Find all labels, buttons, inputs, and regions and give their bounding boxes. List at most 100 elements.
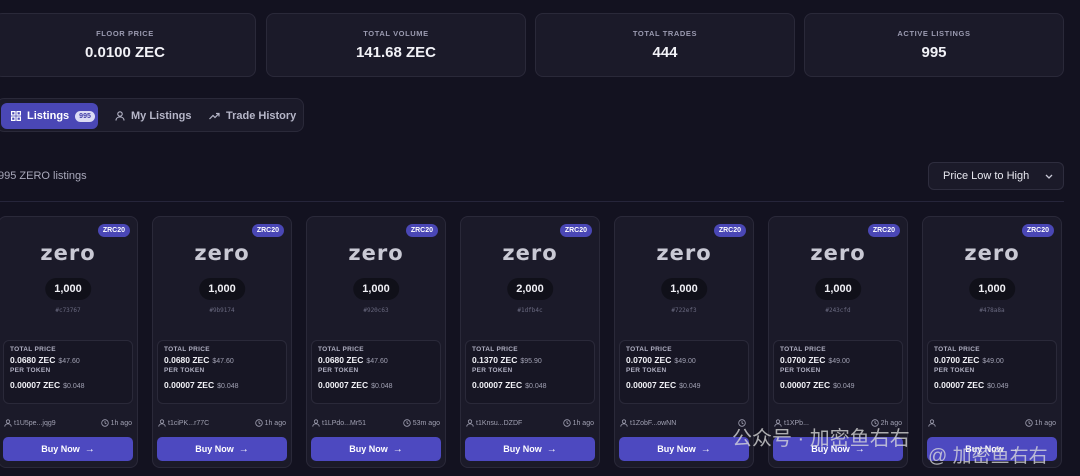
- listed-time-text: 1h ago: [572, 419, 594, 427]
- token-amount: 1,000: [661, 278, 707, 300]
- buy-now-label: Buy Now: [195, 444, 234, 454]
- per-token-label: PER TOKEN: [934, 367, 975, 374]
- per-token-zec: 0.00007 ZEC: [318, 380, 369, 390]
- sort-select[interactable]: Price Low to High: [928, 162, 1064, 190]
- user-icon: [115, 111, 125, 121]
- per-token-zec: 0.00007 ZEC: [10, 380, 61, 390]
- seller[interactable]: t1U5pe...jqg9: [4, 419, 56, 427]
- price-box: TOTAL PRICE 0.0700 ZEC $49.00 PER TOKEN 0…: [619, 340, 749, 404]
- chevron-down-icon: [1045, 174, 1053, 179]
- zrc20-tag: ZRC20: [97, 224, 130, 237]
- buy-now-button[interactable]: Buy Now →: [157, 437, 287, 461]
- total-price-label: TOTAL PRICE: [10, 346, 56, 353]
- total-price-row: 0.0700 ZEC $49.00: [934, 355, 1050, 365]
- tab-listings[interactable]: Listings 995: [1, 103, 98, 129]
- total-price-zec: 0.0680 ZEC: [164, 355, 210, 365]
- listed-time: 1h ago: [562, 419, 594, 427]
- total-price-zec: 0.0700 ZEC: [934, 355, 980, 365]
- user-icon: [466, 419, 474, 427]
- listing-card[interactable]: ZRC20 zero 1,000 #920c63 TOTAL PRICE 0.0…: [306, 216, 446, 468]
- seller[interactable]: t1Knsu...DZDF: [466, 419, 522, 427]
- user-icon: [312, 419, 320, 427]
- token-amount: 2,000: [507, 278, 553, 300]
- trend-icon: [209, 112, 220, 120]
- price-box: TOTAL PRICE 0.0700 ZEC $49.00 PER TOKEN 0…: [927, 340, 1057, 404]
- stat-total-volume: TOTAL VOLUME 141.68 ZEC: [266, 13, 526, 77]
- clock-icon: [1024, 419, 1033, 427]
- total-price-row: 0.0700 ZEC $49.00: [626, 355, 742, 365]
- inscription-hash: #722ef3: [671, 307, 697, 314]
- view-tabs: Listings 995 My Listings Trade History: [0, 98, 304, 132]
- total-price-zec: 0.0680 ZEC: [318, 355, 364, 365]
- total-price-usd: $95.90: [520, 358, 542, 365]
- zrc20-tag: ZRC20: [251, 224, 284, 237]
- buy-now-label: Buy Now: [503, 444, 542, 454]
- sort-selected-value: Price Low to High: [943, 170, 1030, 182]
- buy-now-button[interactable]: Buy Now →: [619, 437, 749, 461]
- price-box: TOTAL PRICE 0.0680 ZEC $47.60 PER TOKEN 0…: [3, 340, 133, 404]
- tab-trade-history-label: Trade History: [226, 110, 297, 122]
- seller-address: t1ZobF...owNN: [630, 419, 677, 427]
- token-logo: zero: [810, 241, 866, 265]
- stat-label: TOTAL TRADES: [632, 29, 698, 38]
- user-icon: [158, 419, 166, 427]
- price-box: TOTAL PRICE 0.0680 ZEC $47.60 PER TOKEN 0…: [157, 340, 287, 404]
- listings-count-badge: 995: [75, 110, 95, 122]
- token-logo: zero: [502, 241, 558, 265]
- card-meta: 1h ago: [928, 419, 1056, 427]
- tab-my-listings[interactable]: My Listings: [115, 103, 192, 129]
- total-price-usd: $47.60: [366, 358, 388, 365]
- per-token-row: 0.00007 ZEC $0.049: [934, 380, 1050, 390]
- watermark: 公众号 · 加密鱼右右: [732, 428, 910, 450]
- clock-icon: [562, 419, 571, 427]
- token-logo: zero: [348, 241, 404, 265]
- clock-icon: [403, 419, 411, 427]
- card-meta: t1ciPK...r77C 1h ago: [158, 419, 286, 427]
- seller[interactable]: [928, 419, 938, 427]
- card-meta: t1ZobF...owNN: [620, 419, 748, 427]
- listing-card[interactable]: ZRC20 zero 1,000 #9b9174 TOTAL PRICE 0.0…: [152, 216, 292, 468]
- seller-address: t1LPdo...Mr51: [322, 419, 366, 427]
- total-price-usd: $49.00: [982, 358, 1004, 365]
- per-token-zec: 0.00007 ZEC: [626, 380, 677, 390]
- buy-now-button[interactable]: Buy Now →: [3, 437, 133, 461]
- per-token-row: 0.00007 ZEC $0.048: [318, 380, 434, 390]
- listing-card[interactable]: ZRC20 zero 1,000 #478a8a TOTAL PRICE 0.0…: [922, 216, 1062, 468]
- per-token-usd: $0.048: [371, 383, 393, 390]
- seller[interactable]: t1ciPK...r77C: [158, 419, 209, 427]
- per-token-usd: $0.048: [525, 383, 547, 390]
- inscription-hash: #243cfd: [825, 307, 851, 314]
- total-price-zec: 0.1370 ZEC: [472, 355, 518, 365]
- seller[interactable]: t1ZobF...owNN: [620, 419, 676, 427]
- card-meta: t1LPdo...Mr51 53m ago: [312, 419, 440, 427]
- zrc20-tag: ZRC20: [559, 224, 592, 237]
- card-meta: t1U5pe...jqg9 1h ago: [4, 419, 132, 427]
- divider: [0, 201, 1064, 202]
- stat-active-listings: ACTIVE LISTINGS 995: [804, 13, 1064, 77]
- stat-label: FLOOR PRICE: [96, 29, 154, 38]
- total-price-row: 0.0680 ZEC $47.60: [164, 355, 280, 365]
- zrc20-tag: ZRC20: [867, 224, 900, 237]
- buy-now-button[interactable]: Buy Now →: [311, 437, 441, 461]
- seller[interactable]: t1LPdo...Mr51: [312, 419, 366, 427]
- total-price-zec: 0.0700 ZEC: [780, 355, 826, 365]
- clock-icon: [100, 419, 109, 427]
- listing-card[interactable]: ZRC20 zero 2,000 #1dfb4c TOTAL PRICE 0.1…: [460, 216, 600, 468]
- total-price-label: TOTAL PRICE: [626, 346, 672, 353]
- buy-now-button[interactable]: Buy Now →: [465, 437, 595, 461]
- total-price-row: 0.0680 ZEC $47.60: [318, 355, 434, 365]
- token-amount: 1,000: [969, 278, 1015, 300]
- per-token-row: 0.00007 ZEC $0.049: [626, 380, 742, 390]
- per-token-label: PER TOKEN: [164, 367, 205, 374]
- tab-trade-history[interactable]: Trade History: [209, 103, 296, 129]
- total-price-zec: 0.0680 ZEC: [10, 355, 56, 365]
- arrow-right-icon: →: [238, 443, 249, 455]
- per-token-row: 0.00007 ZEC $0.048: [164, 380, 280, 390]
- listing-card[interactable]: ZRC20 zero 1,000 #c73767 TOTAL PRICE 0.0…: [0, 216, 138, 468]
- inscription-hash: #c73767: [55, 307, 81, 314]
- arrow-right-icon: →: [84, 443, 95, 455]
- total-price-usd: $47.60: [212, 358, 234, 365]
- zrc20-tag: ZRC20: [713, 224, 746, 237]
- token-amount: 1,000: [353, 278, 399, 300]
- listing-count: 995 ZERO listings: [0, 170, 87, 182]
